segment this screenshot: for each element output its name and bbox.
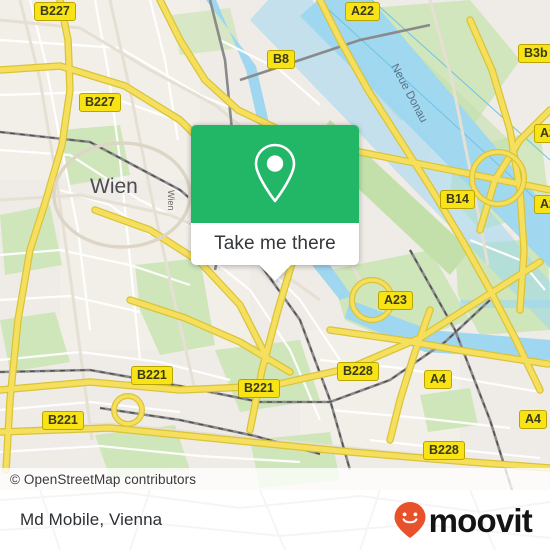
road-shield: B221 <box>131 366 173 386</box>
road-shield: B14 <box>440 190 475 210</box>
moovit-pin-smiley-icon <box>394 502 426 538</box>
callout-icon-panel <box>191 125 359 223</box>
footer-bar: Md Mobile, Vienna moovit <box>0 490 550 550</box>
place-title: Md Mobile, Vienna <box>20 510 163 529</box>
map-label-street: Wien <box>166 190 176 211</box>
road-shield: B221 <box>42 411 84 431</box>
road-shield: A22 <box>345 2 380 22</box>
callout-cta-panel[interactable]: Take me there <box>191 223 359 281</box>
road-shield: B221 <box>238 379 280 399</box>
callout-pointer <box>258 264 292 281</box>
road-shield: B227 <box>79 93 121 113</box>
road-shield: A4 <box>519 410 547 430</box>
road-shield: A23 <box>378 291 413 311</box>
take-me-there-label: Take me there <box>214 233 336 254</box>
road-shield: A2 <box>534 195 550 215</box>
road-shield: B3b <box>518 44 550 64</box>
road-shield: B228 <box>337 362 379 382</box>
road-shield: B228 <box>423 441 465 461</box>
moovit-map-share-screenshot: Wien Neue Donau Wien B227A22B3bB8B227A2B… <box>0 0 550 550</box>
take-me-there-callout[interactable]: Take me there <box>191 125 359 281</box>
road-shield: B8 <box>267 50 295 70</box>
moovit-wordmark: moovit <box>428 501 533 539</box>
map-pin-icon <box>254 143 296 203</box>
road-shield: A2 <box>534 124 550 144</box>
map-label-wien: Wien <box>90 175 138 198</box>
moovit-brand[interactable]: moovit <box>393 490 533 550</box>
road-shield: B227 <box>34 2 76 22</box>
osm-attribution-text: © OpenStreetMap contributors <box>10 471 197 487</box>
road-shield: A4 <box>424 370 452 390</box>
osm-attribution-bar: © OpenStreetMap contributors <box>0 468 550 490</box>
